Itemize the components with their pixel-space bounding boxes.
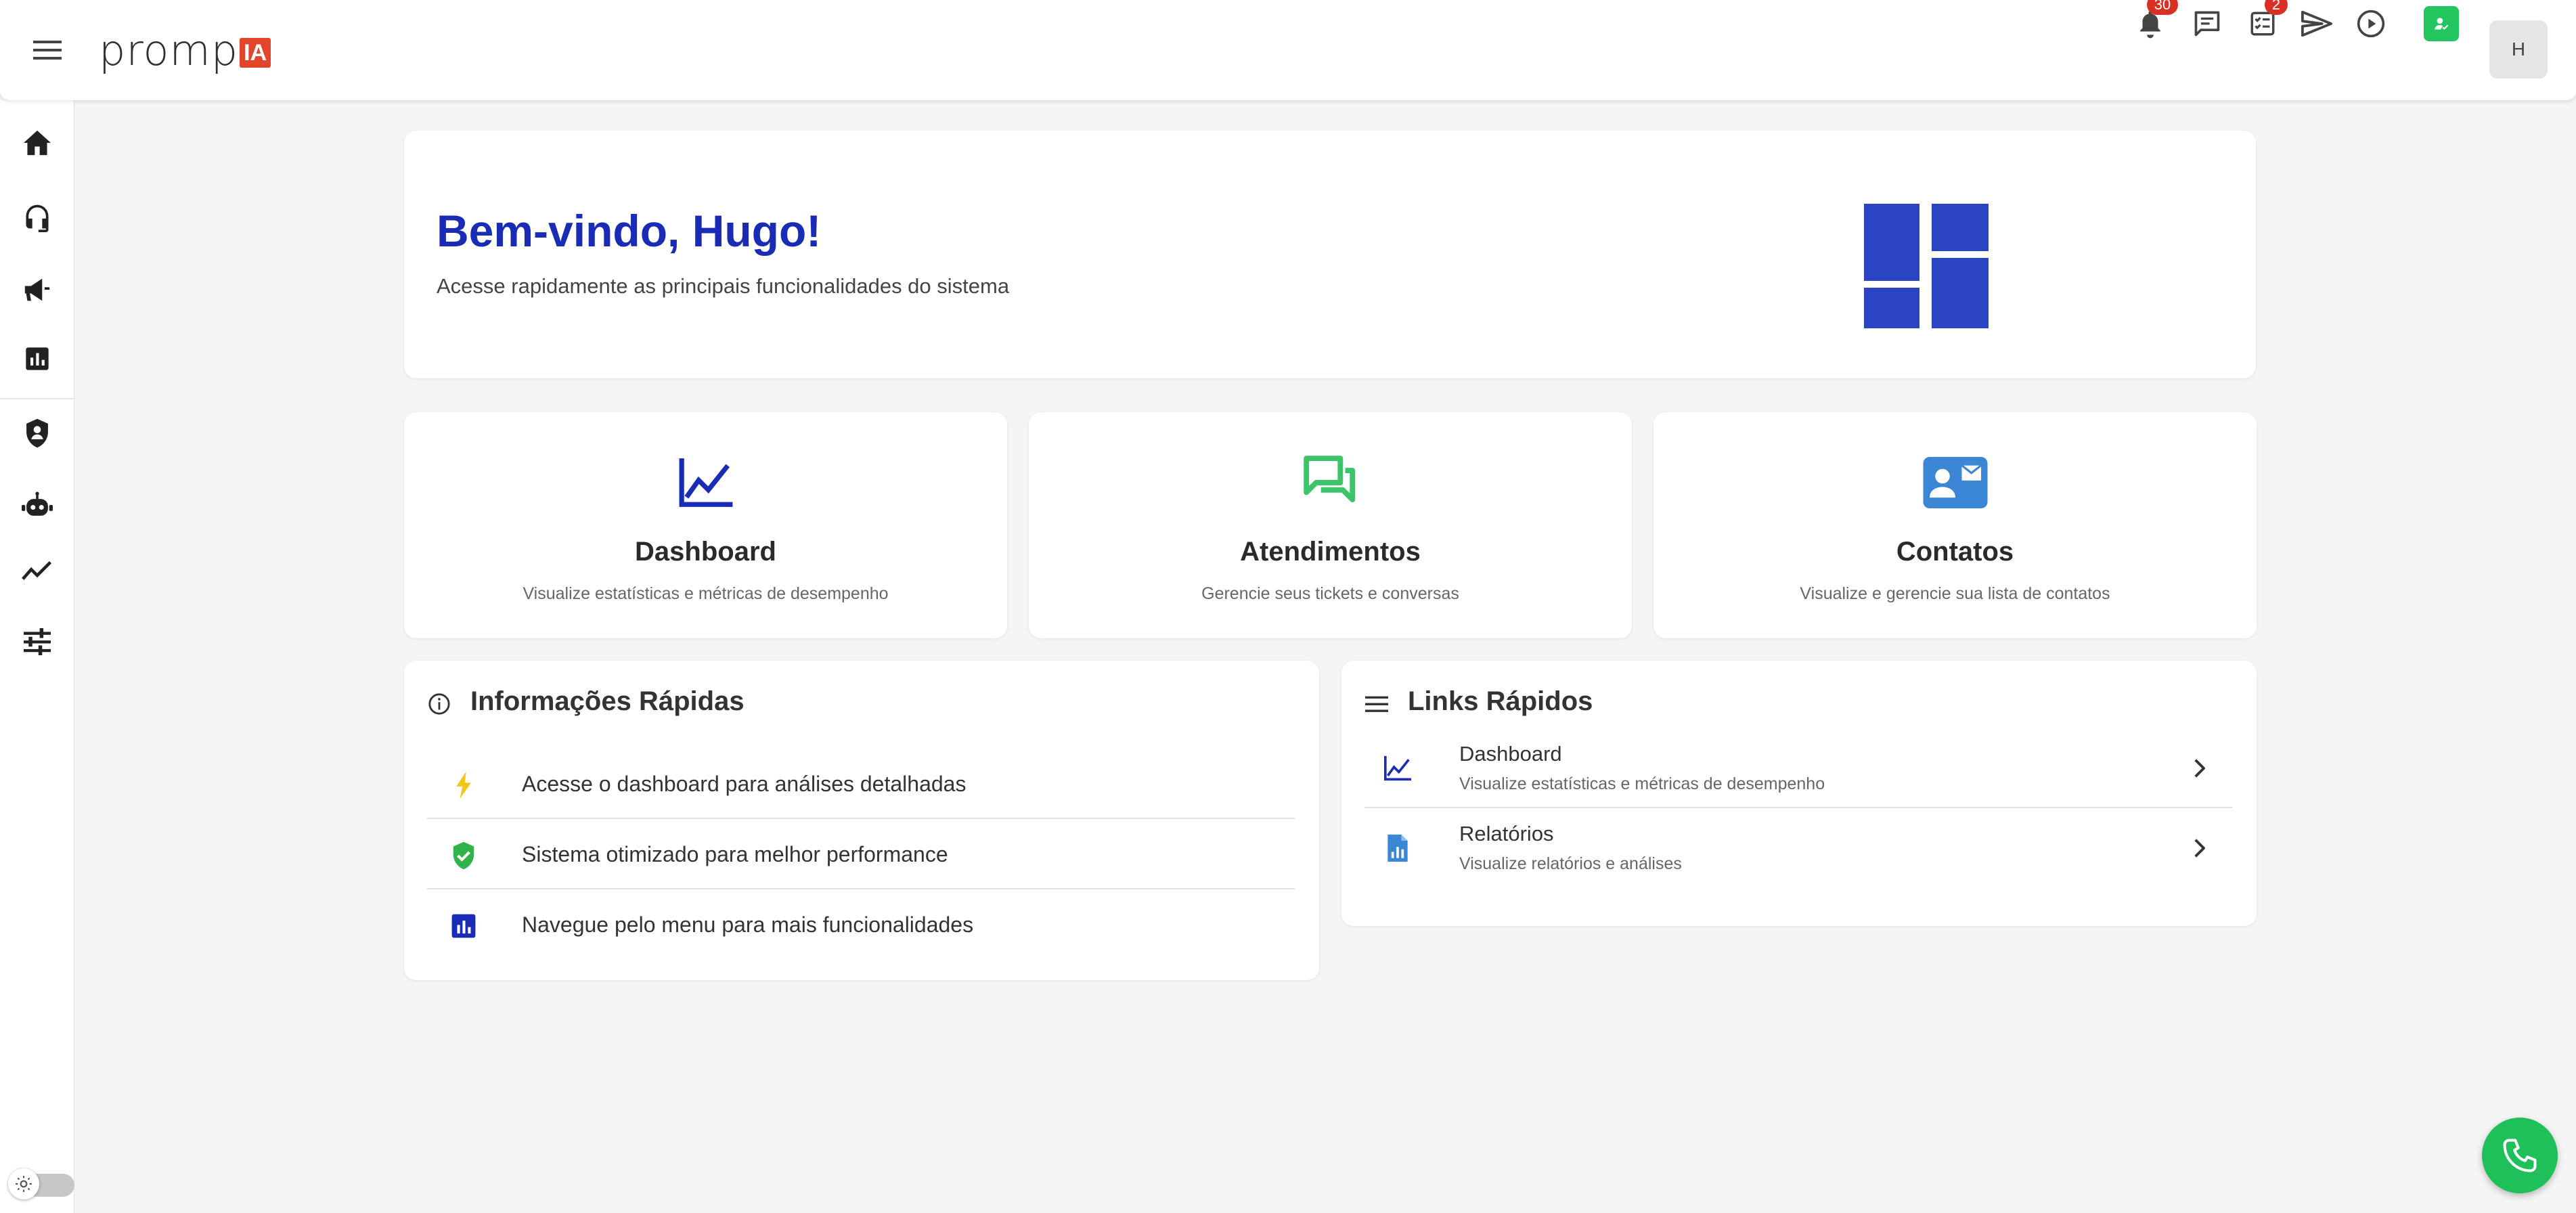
phone-icon [2503, 1139, 2537, 1172]
quick-link-title: Dashboard [1459, 742, 1562, 766]
sidebar-item-support[interactable] [17, 197, 58, 238]
chat-icon[interactable] [2183, 0, 2231, 47]
status-online-icon[interactable] [2418, 0, 2465, 47]
sidebar-item-settings[interactable] [17, 621, 58, 662]
sidebar-item-reports[interactable] [17, 338, 58, 379]
quick-link-subtitle: Visualize relatórios e análises [1459, 854, 1682, 873]
sidebar-item-bots[interactable] [17, 485, 58, 525]
feature-card-dashboard[interactable]: Dashboard Visualize estatísticas e métri… [404, 412, 1007, 638]
trending-line-icon [22, 560, 52, 580]
user-avatar[interactable]: H [2489, 20, 2548, 79]
chart-line-icon [673, 450, 738, 515]
notifications-badge: 30 [2147, 0, 2178, 15]
list-item-text: Acesse o dashboard para análises detalha… [522, 772, 967, 796]
quick-link-subtitle: Visualize estatísticas e métricas de des… [1459, 774, 1825, 793]
feature-title: Atendimentos [1240, 537, 1421, 567]
home-icon [24, 130, 51, 156]
tasks-checklist-icon[interactable]: 2 [2239, 0, 2288, 47]
chevron-right-icon [2182, 751, 2216, 785]
sidebar [0, 100, 74, 1213]
sidebar-item-campaigns[interactable] [17, 269, 58, 310]
report-file-icon [1381, 831, 1415, 865]
sidebar-divider [0, 398, 74, 399]
theme-toggle[interactable] [5, 1168, 74, 1199]
contact-mail-icon [1923, 450, 1988, 515]
welcome-subtitle: Acesse rapidamente as principais funcion… [437, 274, 1010, 298]
sidebar-item-analytics[interactable] [17, 550, 58, 591]
quick-info-panel: Informações Rápidas Acesse o dashboard p… [404, 661, 1319, 980]
headset-icon [26, 204, 49, 232]
admin-shield-icon [26, 418, 48, 448]
chart-line-icon [1381, 751, 1415, 785]
top-app-bar: promp IA 30 2 H [0, 0, 2576, 100]
feature-title: Contatos [1896, 537, 2014, 567]
list-icon [1363, 690, 1390, 718]
feature-title: Dashboard [635, 537, 776, 567]
list-item-text: Navegue pelo menu para mais funcionalida… [522, 912, 974, 937]
list-item: Sistema otimizado para melhor performanc… [427, 819, 1295, 889]
feature-subtitle: Gerencie seus tickets e conversas [1201, 584, 1459, 603]
info-icon [426, 690, 453, 718]
chevron-right-icon [2182, 831, 2216, 865]
quick-links-panel: Links Rápidos Dashboard Visualize estatí… [1341, 661, 2257, 926]
quick-links-title: Links Rápidos [1408, 686, 1593, 716]
bar-chart-icon [449, 911, 479, 941]
phone-call-button[interactable] [2482, 1118, 2558, 1193]
list-item: Acesse o dashboard para análises detalha… [427, 749, 1295, 819]
quick-link-relatorios[interactable]: Relatórios Visualize relatórios e anális… [1364, 808, 2232, 888]
brightness-icon [8, 1168, 39, 1199]
tune-settings-icon [24, 628, 51, 655]
feature-card-contatos[interactable]: Contatos Visualize e gerencie sua lista … [1653, 412, 2257, 638]
forum-icon [1298, 450, 1363, 515]
quick-info-title: Informações Rápidas [470, 686, 745, 716]
robot-icon [22, 491, 53, 516]
logo-wordmark: promp [99, 25, 239, 75]
tasks-badge: 2 [2265, 0, 2288, 15]
bolt-icon [449, 770, 479, 800]
play-circle-icon[interactable] [2347, 0, 2395, 47]
send-icon[interactable] [2293, 0, 2340, 47]
welcome-card: Bem-vindo, Hugo! Acesse rapidamente as p… [404, 131, 2256, 378]
feature-subtitle: Visualize e gerencie sua lista de contat… [1800, 584, 2110, 603]
app-logo[interactable]: promp IA [99, 23, 271, 77]
quick-link-title: Relatórios [1459, 822, 1554, 845]
sidebar-item-admin[interactable] [17, 413, 58, 454]
hamburger-menu-icon[interactable] [27, 30, 68, 70]
logo-badge: IA [240, 38, 271, 68]
feature-subtitle: Visualize estatísticas e métricas de des… [523, 584, 889, 603]
list-item: Navegue pelo menu para mais funcionalida… [427, 889, 1295, 960]
dashboard-layout-icon [1864, 204, 1989, 328]
sidebar-item-home[interactable] [17, 123, 58, 163]
verified-shield-icon [449, 841, 479, 870]
megaphone-icon [24, 278, 50, 301]
bar-chart-icon [26, 347, 49, 370]
feature-card-atendimentos[interactable]: Atendimentos Gerencie seus tickets e con… [1029, 412, 1632, 638]
notifications-bell-icon[interactable]: 30 [2127, 0, 2178, 47]
quick-link-dashboard[interactable]: Dashboard Visualize estatísticas e métri… [1364, 728, 2232, 808]
list-item-text: Sistema otimizado para melhor performanc… [522, 842, 948, 866]
welcome-title: Bem-vindo, Hugo! [437, 206, 822, 256]
